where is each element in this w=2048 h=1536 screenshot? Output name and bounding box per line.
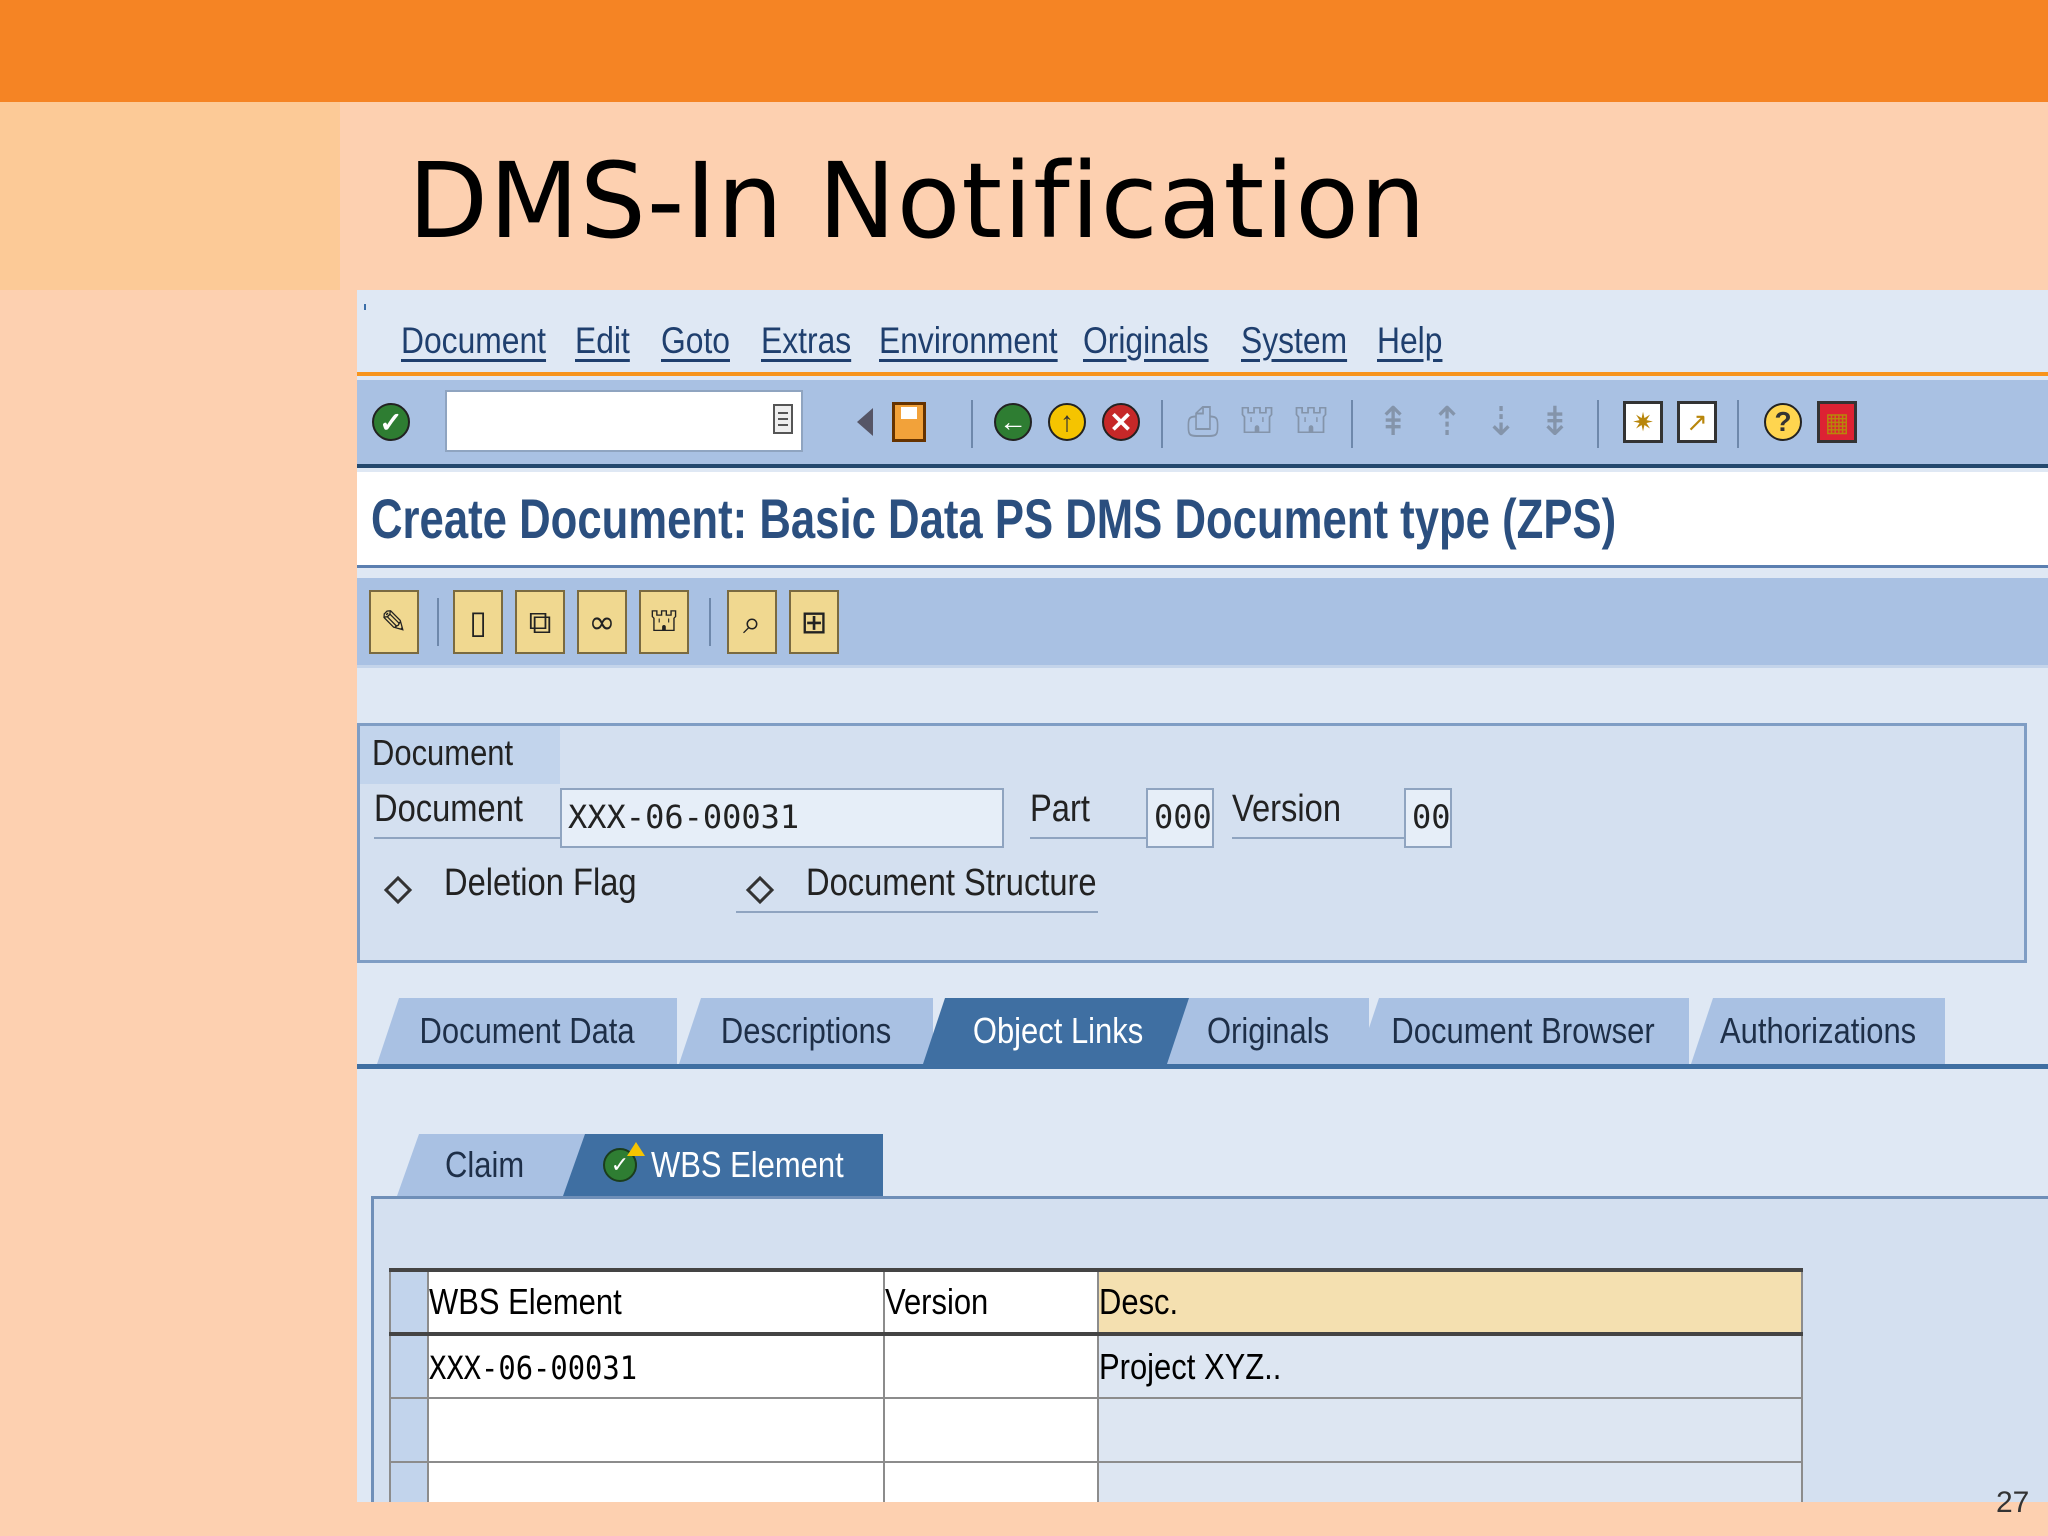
deletion-flag-label[interactable]: Deletion Flag [444, 862, 668, 911]
table-row: XXX-06-00031 Project XYZ.. [389, 1333, 1803, 1399]
find-icon[interactable]: ⛫ [1235, 397, 1279, 446]
wbs-linked-check-icon: ✓ [603, 1142, 645, 1182]
desc-cell: Project XYZ.. [1097, 1333, 1803, 1399]
document-label: Document [374, 788, 564, 839]
menu-extras[interactable]: Extras [761, 320, 851, 362]
slide-top-band [0, 0, 2048, 102]
first-page-icon[interactable]: ⇞ [1371, 398, 1415, 446]
next-page-icon[interactable]: ⇣ [1479, 398, 1523, 446]
select-all-cell[interactable] [389, 1268, 429, 1336]
object-links-table: WBS Element Version Desc. XXX-06-00031 P… [389, 1268, 1803, 1502]
hierarchy-icon[interactable]: ⊞ [789, 590, 839, 654]
wbs-element-cell[interactable]: XXX-06-00031 [427, 1333, 885, 1399]
menu-goto[interactable]: Goto [661, 320, 730, 362]
tab-document-browser[interactable]: Document Browser [1357, 998, 1689, 1064]
exit-icon[interactable]: ↑ [1045, 398, 1089, 446]
print-icon[interactable]: ⎙ [1181, 398, 1225, 446]
column-header-version[interactable]: Version [883, 1268, 1099, 1336]
last-page-icon[interactable]: ⇟ [1533, 398, 1577, 446]
document-number-field[interactable]: XXX-06-00031 [560, 788, 1004, 848]
row-selector[interactable] [389, 1461, 429, 1502]
screen-title-bar: Create Document: Basic Data PS DMS Docum… [357, 472, 2048, 568]
back-icon[interactable]: ← [991, 398, 1035, 446]
table-header-row: WBS Element Version Desc. [389, 1268, 1803, 1336]
command-history-icon[interactable] [773, 404, 793, 434]
menu-environment[interactable]: Environment [879, 320, 1058, 362]
find-next-icon[interactable]: ⛫ [1289, 397, 1333, 446]
version-cell[interactable] [883, 1333, 1099, 1399]
document-group: Document Document XXX-06-00031 Part 000 … [357, 723, 2027, 963]
copy-document-icon[interactable]: ⧉ [515, 590, 565, 654]
row-selector[interactable] [389, 1397, 429, 1463]
slide-title-area: DMS-In Notification [340, 102, 2048, 290]
tab-descriptions[interactable]: Descriptions [679, 998, 933, 1064]
edit-pencil-icon[interactable]: ✎ [369, 590, 419, 654]
cancel-icon[interactable]: ✕ [1099, 398, 1143, 446]
application-toolbar: ✎ ▯ ⧉ ∞ ⛫ ⌕ ⊞ [357, 578, 2048, 668]
document-structure-button[interactable]: Document Structure [736, 862, 1098, 913]
tab-document-data[interactable]: Document Data [377, 998, 677, 1064]
column-header-desc[interactable]: Desc. [1097, 1268, 1803, 1336]
customize-layout-icon[interactable]: ▦ [1815, 398, 1859, 446]
subtab-claim[interactable]: Claim [397, 1134, 587, 1196]
new-document-icon[interactable]: ▯ [453, 590, 503, 654]
wbs-element-cell[interactable] [427, 1397, 885, 1463]
slide-left-column [0, 290, 340, 1536]
tab-strip-underline [357, 1064, 2048, 1069]
desc-cell [1097, 1397, 1803, 1463]
save-icon[interactable] [887, 398, 931, 446]
wbs-element-cell[interactable] [427, 1461, 885, 1502]
version-cell[interactable] [883, 1397, 1099, 1463]
deletion-flag-diamond-icon [383, 875, 413, 905]
tab-object-links[interactable]: Object Links [923, 998, 1193, 1064]
slide-number: 27 [1996, 1486, 2030, 1519]
tab-originals[interactable]: Originals [1167, 998, 1369, 1064]
menu-edit[interactable]: Edit [575, 320, 630, 362]
menu-originals[interactable]: Originals [1083, 320, 1209, 362]
slide-title: DMS-In Notification [408, 140, 1427, 262]
part-label: Part [1030, 788, 1150, 839]
create-session-icon[interactable]: ✷ [1621, 398, 1665, 446]
help-icon[interactable]: ? [1761, 398, 1805, 446]
enter-icon[interactable]: ✓ [369, 398, 413, 446]
slide-left-accent [0, 102, 340, 290]
part-field[interactable]: 000 [1146, 788, 1214, 848]
version-label: Version [1232, 788, 1408, 839]
menu-document[interactable]: Document [401, 320, 546, 362]
version-field[interactable]: 00 [1404, 788, 1452, 848]
subtab-wbs-element[interactable]: ✓ WBS Element [563, 1134, 883, 1196]
tab-authorizations[interactable]: Authorizations [1691, 998, 1945, 1064]
desc-cell [1097, 1461, 1803, 1502]
row-selector[interactable] [389, 1333, 429, 1399]
menu-system[interactable]: System [1241, 320, 1347, 362]
link-icon[interactable]: ∞ [577, 590, 627, 654]
find-document-icon[interactable]: ⛫ [639, 590, 689, 654]
menu-help[interactable]: Help [1377, 320, 1442, 362]
menu-bar: Document Edit Goto Extras Environment Or… [357, 310, 2048, 376]
system-toolbar: ✓ ← ↑ ✕ ⎙ ⛫ ⛫ ⇞ ⇡ ⇣ ⇟ ✷ ↗ ? ▦ [357, 380, 2048, 468]
screen-title: Create Document: Basic Data PS DMS Docum… [371, 487, 1617, 550]
table-row [389, 1397, 1803, 1463]
shortcut-icon[interactable]: ↗ [1675, 398, 1719, 446]
column-header-wbs-element[interactable]: WBS Element [427, 1268, 885, 1336]
back-triangle-icon[interactable] [843, 398, 887, 446]
version-cell[interactable] [883, 1461, 1099, 1502]
sap-window: Document Edit Goto Extras Environment Or… [357, 290, 2048, 1502]
display-zoom-icon[interactable]: ⌕ [727, 590, 777, 654]
command-field[interactable] [445, 390, 803, 452]
previous-page-icon[interactable]: ⇡ [1425, 398, 1469, 446]
table-row [389, 1461, 1803, 1502]
